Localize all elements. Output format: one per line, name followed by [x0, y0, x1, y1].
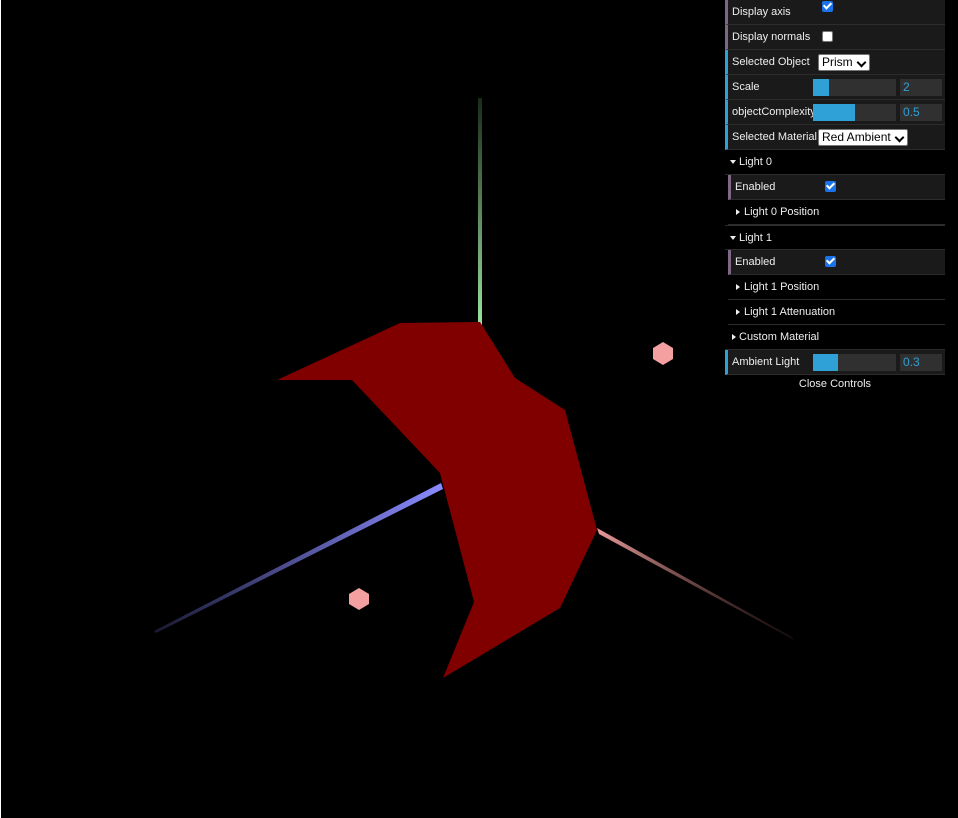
y-axis-line — [478, 98, 482, 325]
chevron-down-icon — [894, 132, 905, 143]
display-axis-label: Display axis — [732, 6, 791, 18]
light-0-folder: Enabled Light 0 Position — [728, 175, 945, 225]
scale-label: Scale — [732, 81, 760, 93]
triangle-right-icon — [736, 209, 740, 215]
display-normals-checkbox[interactable] — [822, 31, 833, 42]
ambient-light-row[interactable]: Ambient Light 0.3 — [725, 350, 945, 375]
selected-object-value: Prism — [822, 55, 853, 69]
triangle-right-icon — [736, 284, 740, 290]
selected-object-select[interactable]: Prism — [818, 54, 870, 71]
light-0-enabled-row[interactable]: Enabled — [728, 175, 945, 200]
x-axis-line — [597, 528, 794, 640]
triangle-down-icon — [730, 236, 736, 240]
light-1-marker — [349, 588, 369, 610]
custom-material-title: Custom Material — [739, 331, 820, 343]
z-axis-line — [154, 483, 443, 633]
viewport-border — [0, 0, 1, 818]
triangle-down-icon — [730, 160, 736, 164]
object-complexity-slider-fill — [813, 104, 855, 121]
light-1-folder: Enabled Light 1 Position Light 1 Attenua… — [728, 250, 945, 325]
scale-input[interactable]: 2 — [900, 79, 942, 96]
light-1-attenuation-folder-header[interactable]: Light 1 Attenuation — [728, 300, 945, 325]
ambient-light-slider-fill — [813, 354, 838, 371]
selected-object-label: Selected Object — [732, 56, 810, 68]
selected-object-row[interactable]: Selected Object Prism — [725, 50, 945, 75]
prism-object — [277, 322, 597, 678]
scale-slider-fill — [813, 79, 829, 96]
ambient-light-label: Ambient Light — [732, 356, 800, 368]
object-complexity-row[interactable]: objectComplexity 0.5 — [725, 100, 945, 125]
close-controls-button[interactable]: Close Controls — [725, 375, 945, 395]
custom-material-folder-header[interactable]: Custom Material — [725, 325, 945, 350]
light-0-marker — [653, 342, 673, 365]
light-1-enabled-label: Enabled — [735, 256, 776, 268]
triangle-right-icon — [732, 334, 736, 340]
light-1-position-folder-header[interactable]: Light 1 Position — [728, 275, 945, 300]
light-1-position-title: Light 1 Position — [744, 281, 820, 293]
light-1-title: Light 1 — [739, 232, 773, 244]
light-0-position-title: Light 0 Position — [744, 206, 820, 218]
selected-material-row[interactable]: Selected Material Red Ambient — [725, 125, 945, 150]
display-normals-row[interactable]: Display normals — [725, 25, 945, 50]
selected-material-select[interactable]: Red Ambient — [818, 129, 908, 146]
object-complexity-label: objectComplexity — [732, 106, 816, 118]
ambient-light-slider[interactable] — [813, 354, 896, 371]
light-1-enabled-checkbox[interactable] — [825, 256, 836, 267]
light-1-enabled-row[interactable]: Enabled — [728, 250, 945, 275]
light-1-folder-header[interactable]: Light 1 — [725, 225, 945, 250]
light-1-attenuation-title: Light 1 Attenuation — [744, 306, 836, 318]
triangle-right-icon — [736, 309, 740, 315]
light-0-title: Light 0 — [739, 156, 773, 168]
light-0-enabled-checkbox[interactable] — [825, 181, 836, 192]
scale-row[interactable]: Scale 2 — [725, 75, 945, 100]
selected-material-value: Red Ambient — [822, 130, 891, 144]
light-0-enabled-label: Enabled — [735, 181, 776, 193]
display-axis-checkbox[interactable] — [822, 1, 833, 12]
controls-panel[interactable]: Display axis Display normals Selected Ob… — [725, 0, 945, 395]
object-complexity-slider[interactable] — [813, 104, 896, 121]
selected-material-label: Selected Material — [732, 131, 817, 143]
ambient-light-input[interactable]: 0.3 — [900, 354, 942, 371]
light-0-folder-header[interactable]: Light 0 — [725, 150, 945, 175]
display-normals-label: Display normals — [732, 31, 811, 43]
object-complexity-input[interactable]: 0.5 — [900, 104, 942, 121]
light-0-position-folder-header[interactable]: Light 0 Position — [728, 200, 945, 225]
display-axis-row[interactable]: Display axis — [725, 0, 945, 25]
chevron-down-icon — [856, 57, 867, 68]
scale-slider[interactable] — [813, 79, 896, 96]
